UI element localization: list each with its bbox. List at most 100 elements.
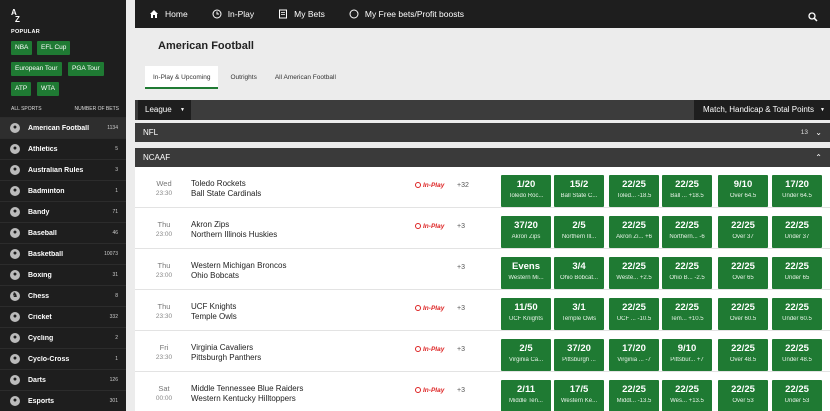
sport-item-cycling[interactable]: ● Cycling 2	[0, 327, 126, 348]
odds-button[interactable]: 37/20 Akron Zips	[501, 216, 551, 248]
odds-button[interactable]: 2/5 Northern Ill...	[554, 216, 604, 248]
nav-freebets[interactable]: My Free bets/Profit boosts	[349, 9, 464, 19]
market-dropdown[interactable]: Match, Handicap & Total Points ▼	[694, 100, 830, 120]
popular-chip-pga-tour[interactable]: PGA Tour	[68, 62, 104, 76]
away-team[interactable]: Ohio Bobcats	[191, 271, 239, 280]
nav-inplay[interactable]: In-Play	[212, 9, 254, 19]
number-of-bets-label: NUMBER OF BETS	[74, 106, 119, 112]
home-team[interactable]: Akron Zips	[191, 220, 229, 229]
more-markets-link[interactable]: +3	[457, 305, 465, 312]
popular-chip-nba[interactable]: NBA	[11, 41, 33, 55]
sport-item-bandy[interactable]: ● Bandy 71	[0, 201, 126, 222]
away-team[interactable]: Temple Owls	[191, 312, 237, 321]
sport-item-darts[interactable]: ● Darts 126	[0, 369, 126, 390]
popular-chip-european-tour[interactable]: European Tour	[11, 62, 62, 76]
odds-price: 11/50	[514, 302, 538, 313]
odds-button[interactable]: 22/25 Toled... -18.5	[609, 175, 659, 207]
sport-item-chess[interactable]: ♞ Chess 8	[0, 285, 126, 306]
home-team[interactable]: Virginia Cavaliers	[191, 343, 253, 352]
odds-button[interactable]: 22/25 Over 48.5	[718, 339, 768, 371]
away-team[interactable]: Western Kentucky Hilltoppers	[191, 394, 296, 403]
sport-item-badminton[interactable]: ● Badminton 1	[0, 180, 126, 201]
az-sort-icon[interactable]: A Z	[11, 9, 20, 24]
odds-button[interactable]: 3/1 Temple Owls	[554, 298, 604, 330]
event-row[interactable]: Fri 23:30 Virginia Cavaliers Pittsburgh …	[135, 331, 830, 372]
more-markets-link[interactable]: +3	[457, 387, 465, 394]
section-nfl[interactable]: NFL 13 ⌄	[135, 123, 830, 142]
odds-button[interactable]: 22/25 Ohio B... -2.5	[662, 257, 712, 289]
odds-button[interactable]: 2/11 Middle Ten...	[501, 380, 551, 411]
nav-mybets[interactable]: My Bets	[278, 9, 325, 19]
event-row[interactable]: Sat 00:00 Middle Tennessee Blue Raiders …	[135, 372, 830, 411]
odds-button[interactable]: 22/25 Under 48.5	[772, 339, 822, 371]
sport-item-esports[interactable]: ● Esports 301	[0, 390, 126, 411]
more-markets-link[interactable]: +3	[457, 223, 465, 230]
event-time: 23:30	[155, 354, 173, 361]
sport-item-basketball[interactable]: ● Basketball 10073	[0, 243, 126, 264]
section-ncaaf[interactable]: NCAAF ⌃	[135, 148, 830, 167]
odds-button[interactable]: 22/25 Northern... -6	[662, 216, 712, 248]
odds-button[interactable]: 22/25 Weste... +2.5	[609, 257, 659, 289]
odds-button[interactable]: 22/25 Over 37	[718, 216, 768, 248]
event-row[interactable]: Wed 23:30 Toledo Rockets Ball State Card…	[135, 167, 830, 208]
popular-chip-atp[interactable]: ATP	[11, 82, 32, 96]
home-team[interactable]: Middle Tennessee Blue Raiders	[191, 384, 303, 393]
odds-button[interactable]: 22/25 Under 37	[772, 216, 822, 248]
popular-chip-efl-cup[interactable]: EFL Cup	[37, 41, 71, 55]
league-dropdown[interactable]: League ▼	[138, 100, 191, 120]
odds-button[interactable]: 2/5 Virginia Ca...	[501, 339, 551, 371]
odds-button[interactable]: 37/20 Pittsburgh ...	[554, 339, 604, 371]
odds-button[interactable]: 22/25 Tem... +10.5	[662, 298, 712, 330]
odds-label: Toledo Roc...	[508, 193, 544, 199]
sport-item-cricket[interactable]: ● Cricket 332	[0, 306, 126, 327]
odds-button[interactable]: 17/20 Under 64.5	[772, 175, 822, 207]
trophy-icon: ●	[10, 354, 20, 364]
tab-all-american-football[interactable]: All American Football	[267, 66, 344, 89]
sport-item-boxing[interactable]: ● Boxing 31	[0, 264, 126, 285]
odds-button[interactable]: Evens Western Mi...	[501, 257, 551, 289]
odds-button[interactable]: 22/25 UCF ... -10.5	[609, 298, 659, 330]
sport-item-australian-rules[interactable]: ● Australian Rules 3	[0, 159, 126, 180]
odds-button[interactable]: 9/10 Over 64.5	[718, 175, 768, 207]
sport-item-athletics[interactable]: ● Athletics 5	[0, 138, 126, 159]
away-team[interactable]: Pittsburgh Panthers	[191, 353, 261, 362]
odds-button[interactable]: 17/5 Western Ke...	[554, 380, 604, 411]
event-day: Thu	[157, 302, 171, 311]
event-row[interactable]: Thu 23:00 Akron Zips Northern Illinois H…	[135, 208, 830, 249]
odds-button[interactable]: 1/20 Toledo Roc...	[501, 175, 551, 207]
sport-item-cyclo-cross[interactable]: ● Cyclo-Cross 1	[0, 348, 126, 369]
odds-button[interactable]: 22/25 Under 53	[772, 380, 822, 411]
odds-button[interactable]: 22/25 Wes... +13.5	[662, 380, 712, 411]
odds-button[interactable]: 22/25 Over 65	[718, 257, 768, 289]
odds-button[interactable]: 22/25 Over 60.5	[718, 298, 768, 330]
away-team[interactable]: Northern Illinois Huskies	[191, 230, 277, 239]
odds-button[interactable]: 15/2 Ball State C...	[554, 175, 604, 207]
event-row[interactable]: Thu 23:30 UCF Knights Temple Owls In-Pla…	[135, 290, 830, 331]
odds-button[interactable]: 22/25 Under 65	[772, 257, 822, 289]
sport-item-baseball[interactable]: ● Baseball 46	[0, 222, 126, 243]
odds-button[interactable]: 17/20 Virginia ... -7	[609, 339, 659, 371]
home-team[interactable]: Toledo Rockets	[191, 179, 246, 188]
odds-button[interactable]: 11/50 UCF Knights	[501, 298, 551, 330]
odds-button[interactable]: 3/4 Ohio Bobcat...	[554, 257, 604, 289]
odds-button[interactable]: 22/25 Middl... -13.5	[609, 380, 659, 411]
more-markets-link[interactable]: +32	[457, 182, 469, 189]
nav-home[interactable]: Home	[149, 9, 188, 19]
more-markets-link[interactable]: +3	[457, 346, 465, 353]
odds-button[interactable]: 9/10 Pittsbur... +7	[662, 339, 712, 371]
odds-button[interactable]: 22/25 Akron Zi... +6	[609, 216, 659, 248]
home-team[interactable]: UCF Knights	[191, 302, 236, 311]
home-team[interactable]: Western Michigan Broncos	[191, 261, 286, 270]
away-team[interactable]: Ball State Cardinals	[191, 189, 261, 198]
odds-button[interactable]: 22/25 Ball ... +18.5	[662, 175, 712, 207]
odds-button[interactable]: 22/25 Over 53	[718, 380, 768, 411]
sport-item-american-football[interactable]: ● American Football 1134	[0, 117, 126, 138]
tab-outrights[interactable]: Outrights	[222, 66, 264, 89]
event-row[interactable]: Thu 23:00 Western Michigan Broncos Ohio …	[135, 249, 830, 290]
tab-inplay-upcoming[interactable]: In-Play & Upcoming	[145, 66, 219, 89]
search-icon[interactable]	[808, 9, 818, 22]
odds-button[interactable]: 22/25 Under 60.5	[772, 298, 822, 330]
filter-bar: League ▼ Match, Handicap & Total Points …	[135, 100, 830, 120]
popular-chip-wta[interactable]: WTA	[37, 82, 59, 96]
more-markets-link[interactable]: +3	[457, 264, 465, 271]
